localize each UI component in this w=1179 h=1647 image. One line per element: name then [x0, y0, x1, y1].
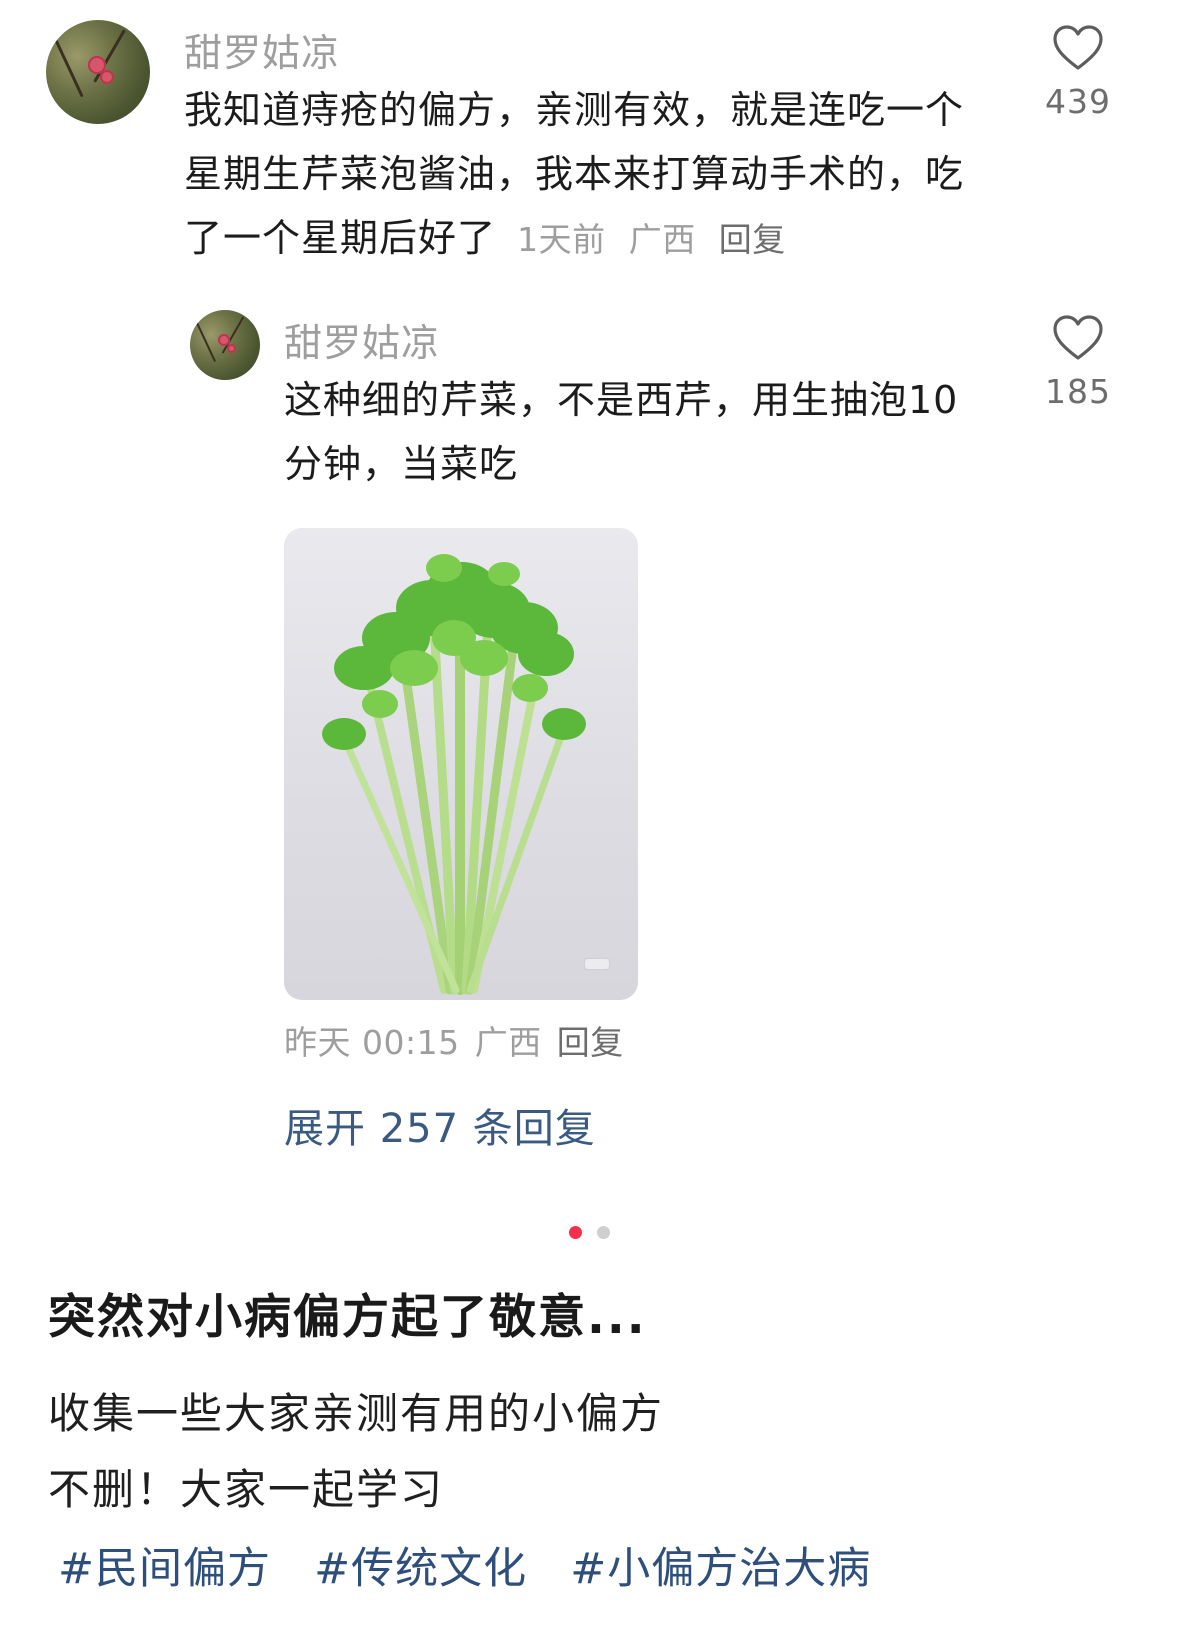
heart-outline-icon	[1053, 315, 1103, 360]
commenter-username[interactable]: 甜罗姑凉	[184, 22, 340, 77]
comment-location: 广西	[628, 220, 696, 259]
comment-like-count: 439	[1045, 82, 1111, 121]
commenter-avatar[interactable]	[46, 20, 150, 124]
post-tags: #民间偏方 #传统文化 #小偏方治大病	[58, 1534, 909, 1596]
comment-reply-button[interactable]: 回复	[719, 220, 786, 259]
reply-time: 昨天 00:15	[284, 1023, 460, 1062]
carousel-indicator	[0, 1224, 1179, 1243]
reply-username[interactable]: 甜罗姑凉	[284, 312, 440, 367]
watermark-badge	[584, 958, 610, 970]
carousel-dot-active[interactable]	[568, 1226, 582, 1239]
reply-reply-button[interactable]: 回复	[557, 1023, 624, 1062]
post-detail-page: 甜罗姑凉 我知道痔疮的偏方，亲测有效，就是连吃一个星期生芹菜泡酱油，我本来打算动…	[0, 0, 1179, 1647]
reply-like-button[interactable]: 185	[1018, 314, 1138, 411]
post-title: 突然对小病偏方起了敬意...	[48, 1290, 647, 1345]
tag-link[interactable]: #传统文化	[314, 1544, 527, 1594]
reply-like-count: 185	[1045, 372, 1111, 411]
post-line-2: 不删！大家一起学习	[48, 1465, 445, 1514]
tag-link[interactable]: #民间偏方	[58, 1544, 271, 1594]
tag-link[interactable]: #小偏方治大病	[570, 1544, 871, 1594]
reply-image[interactable]	[284, 528, 638, 1000]
celery-illustration	[322, 554, 586, 995]
reply-location: 广西	[474, 1023, 542, 1062]
post-line-1: 收集一些大家亲测有用的小偏方	[48, 1389, 665, 1438]
heart-outline-icon	[1053, 25, 1103, 70]
reply-text: 这种细的芹菜，不是西芹，用生抽泡10分钟，当菜吃	[284, 378, 959, 486]
reply-avatar[interactable]	[190, 310, 260, 380]
comment-body: 我知道痔疮的偏方，亲测有效，就是连吃一个星期生芹菜泡酱油，我本来打算动手术的，吃…	[184, 78, 984, 272]
comment-time: 1天前	[517, 220, 606, 259]
reply-meta: 昨天 00:15 广西 回复	[284, 1016, 624, 1064]
carousel-dot[interactable]	[597, 1226, 611, 1239]
comment-like-button[interactable]: 439	[1018, 24, 1138, 121]
expand-replies-link[interactable]: 展开 257 条回复	[284, 1096, 596, 1154]
